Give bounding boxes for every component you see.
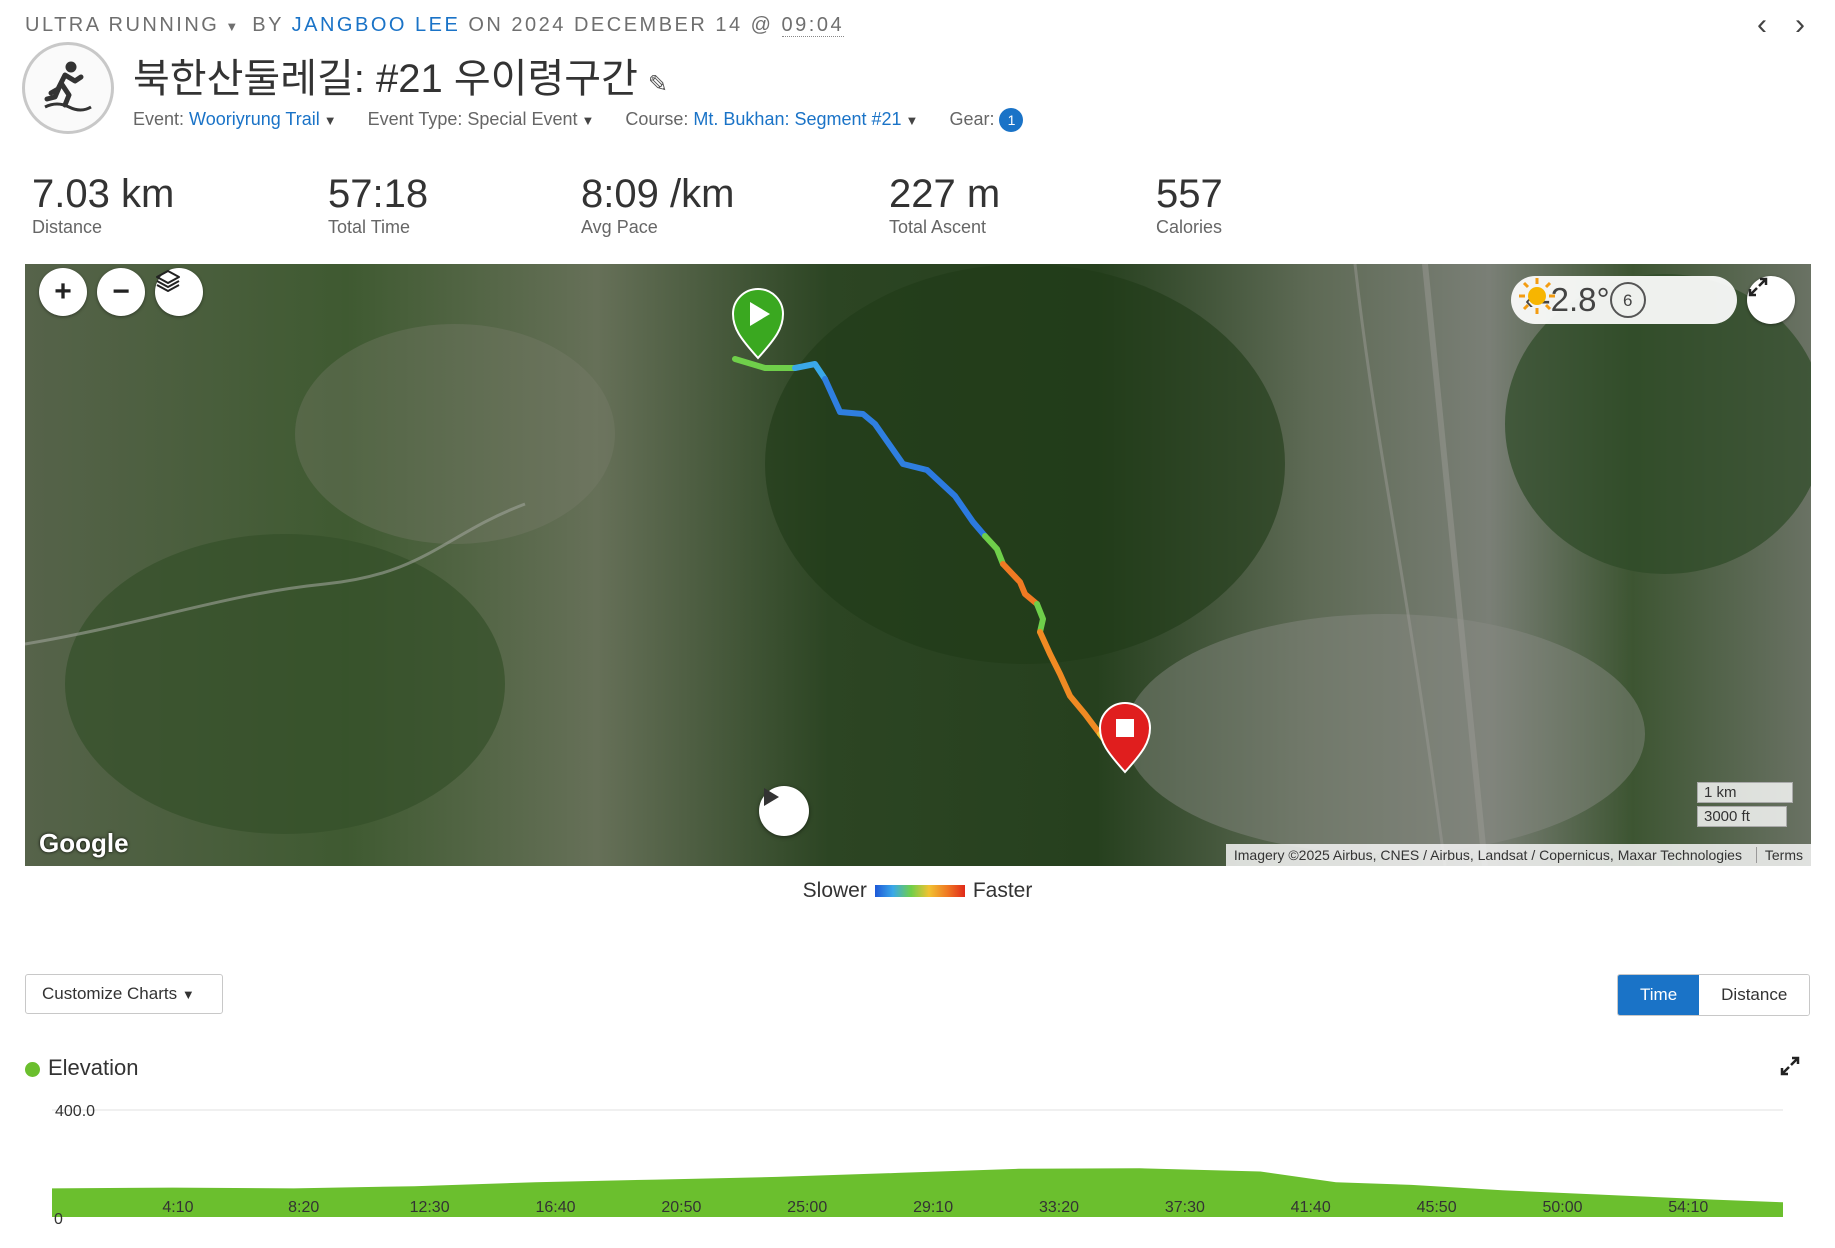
pace-gradient-bar: [874, 885, 965, 898]
stat-label: Total Time: [328, 217, 411, 237]
map-scale: 1 km 3000 ft: [1697, 782, 1793, 830]
stat-value: 7.03 km: [32, 172, 175, 216]
attribution-text: Imagery ©2025 Airbus, CNES / Airbus, Lan…: [1233, 847, 1742, 863]
activity-type[interactable]: ULTRA RUNNING: [25, 14, 219, 36]
course-value[interactable]: Mt. Bukhan: Segment #21: [693, 109, 901, 129]
time-toggle-button[interactable]: Time: [1618, 975, 1700, 1015]
scale-km: 1 km: [1697, 782, 1793, 803]
x-tick-label: 12:30: [410, 1199, 450, 1216]
faster-label: Faster: [972, 879, 1033, 902]
author-link[interactable]: JANGBOO LEE: [292, 14, 461, 36]
expand-chart-button[interactable]: [1779, 1055, 1801, 1083]
stat-value: 57:18: [328, 172, 429, 216]
stat-label: Calories: [1156, 217, 1223, 237]
activity-date: 2024 DECEMBER 14 @: [511, 14, 774, 36]
event-dropdown-icon[interactable]: ▼: [324, 113, 337, 128]
event-type-value[interactable]: Special Event: [467, 109, 577, 129]
gear-field: Gear: 1: [949, 108, 1024, 132]
x-tick-label: 16:40: [535, 1199, 575, 1216]
stop-icon: [1116, 719, 1134, 737]
event-type-label: Event Type:: [367, 108, 463, 129]
x-tick-label: 33:20: [1039, 1199, 1079, 1216]
activity-nav: ‹ ›: [1729, 8, 1805, 42]
stat-label: Total Ascent: [889, 217, 987, 237]
zoom-in-button[interactable]: +: [39, 268, 87, 316]
x-tick-label: 8:20: [288, 1199, 319, 1216]
stat-calories: 557 Calories: [1156, 172, 1223, 238]
layers-icon: [156, 270, 180, 292]
customize-charts-label: Customize Charts: [42, 984, 178, 1003]
y-tick-label: 0: [54, 1211, 63, 1228]
running-activity-icon: [22, 42, 114, 134]
x-tick-label: 37:30: [1165, 1199, 1205, 1216]
satellite-imagery: [25, 264, 1811, 866]
event-value[interactable]: Wooriyrung Trail: [189, 109, 320, 129]
expand-icon: [1780, 1056, 1800, 1076]
map-attribution: Imagery ©2025 Airbus, CNES / Airbus, Lan…: [1225, 844, 1811, 866]
stat-total-time: 57:18 Total Time: [328, 172, 428, 238]
pace-legend: Slower Faster: [0, 879, 1835, 903]
play-icon: [764, 788, 779, 806]
chevron-left-icon[interactable]: ‹: [1757, 8, 1767, 41]
stat-label: Distance: [32, 217, 103, 237]
scale-ft: 3000 ft: [1697, 806, 1787, 827]
event-type-dropdown-icon[interactable]: ▼: [581, 113, 594, 128]
playback-button[interactable]: [759, 786, 809, 836]
stat-avg-pace: 8:09 /km Avg Pace: [581, 172, 734, 238]
distance-toggle-button[interactable]: Distance: [1699, 975, 1810, 1015]
axis-toggle: Time Distance: [1617, 974, 1811, 1016]
x-tick-label: 50:00: [1542, 1199, 1582, 1216]
layers-button[interactable]: [155, 268, 203, 316]
stat-distance: 7.03 km Distance: [32, 172, 174, 238]
chevron-down-icon: ▼: [181, 987, 195, 1002]
stat-total-ascent: 227 m Total Ascent: [889, 172, 1000, 238]
y-tick-label: 400.0: [55, 1103, 95, 1120]
weather-history-icon[interactable]: 6: [1609, 282, 1646, 318]
elevation-chart[interactable]: 400.0 0 4:10 8:20 12:30 16:40 20:50 25:00 29:10 3…: [25, 1090, 1815, 1230]
x-tick-label: 25:00: [787, 1199, 827, 1216]
stat-value: 557: [1156, 172, 1223, 216]
route-map[interactable]: + − ‹ -2.8° 6 1 km 3000 ft Google Imager…: [25, 264, 1811, 866]
activity-time[interactable]: 09:04: [781, 14, 845, 37]
activity-fields: Event: Wooriyrung Trail ▼ Event Type: Spe…: [133, 108, 1049, 132]
customize-charts-button[interactable]: Customize Charts ▼: [25, 974, 223, 1014]
activity-meta: ULTRA RUNNING ▼ BY JANGBOO LEE ON 2024 DEC…: [25, 14, 845, 37]
elevation-series-dot: [25, 1061, 40, 1077]
fullscreen-button[interactable]: [1747, 276, 1795, 324]
weather-widget[interactable]: ‹ -2.8° 6: [1511, 276, 1737, 324]
terms-link[interactable]: Terms: [1755, 847, 1803, 863]
event-type-field: Event Type: Special Event ▼: [368, 109, 595, 129]
stat-label: Avg Pace: [581, 217, 658, 237]
x-tick-label: 29:10: [913, 1199, 953, 1216]
x-tick-label: 41:40: [1291, 1199, 1331, 1216]
x-tick-label: 54:10: [1668, 1199, 1708, 1216]
on-label: ON: [468, 14, 504, 36]
activity-title-text[interactable]: 북한산둘레길: #21 우이령구간: [133, 57, 638, 101]
event-label: Event:: [133, 108, 185, 129]
sun-icon: [1519, 278, 1555, 314]
course-field: Course: Mt. Bukhan: Segment #21 ▼: [625, 109, 918, 129]
google-logo: Google: [39, 828, 129, 858]
elevation-title-text: Elevation: [48, 1055, 139, 1080]
stat-value: 227 m: [889, 172, 1001, 216]
x-tick-label: 45:50: [1417, 1199, 1457, 1216]
course-dropdown-icon[interactable]: ▼: [906, 113, 919, 128]
elevation-chart-title: Elevation: [25, 1055, 139, 1081]
x-tick-label: 4:10: [162, 1199, 193, 1216]
zoom-out-button[interactable]: −: [97, 268, 145, 316]
expand-icon: [1748, 277, 1768, 297]
x-tick-label: 20:50: [661, 1199, 701, 1216]
activity-type-dropdown-icon[interactable]: ▼: [225, 19, 238, 34]
course-label: Course:: [625, 108, 689, 129]
stat-value: 8:09 /km: [581, 172, 735, 216]
activity-title: 북한산둘레길: #21 우이령구간 ✎: [133, 46, 668, 104]
gear-label: Gear:: [949, 108, 995, 129]
slower-label: Slower: [802, 879, 867, 902]
chevron-right-icon[interactable]: ›: [1795, 8, 1805, 41]
pencil-edit-icon[interactable]: ✎: [648, 71, 668, 98]
event-field: Event: Wooriyrung Trail ▼: [133, 109, 337, 129]
by-label: BY: [252, 14, 284, 36]
gear-count-badge[interactable]: 1: [999, 108, 1024, 132]
